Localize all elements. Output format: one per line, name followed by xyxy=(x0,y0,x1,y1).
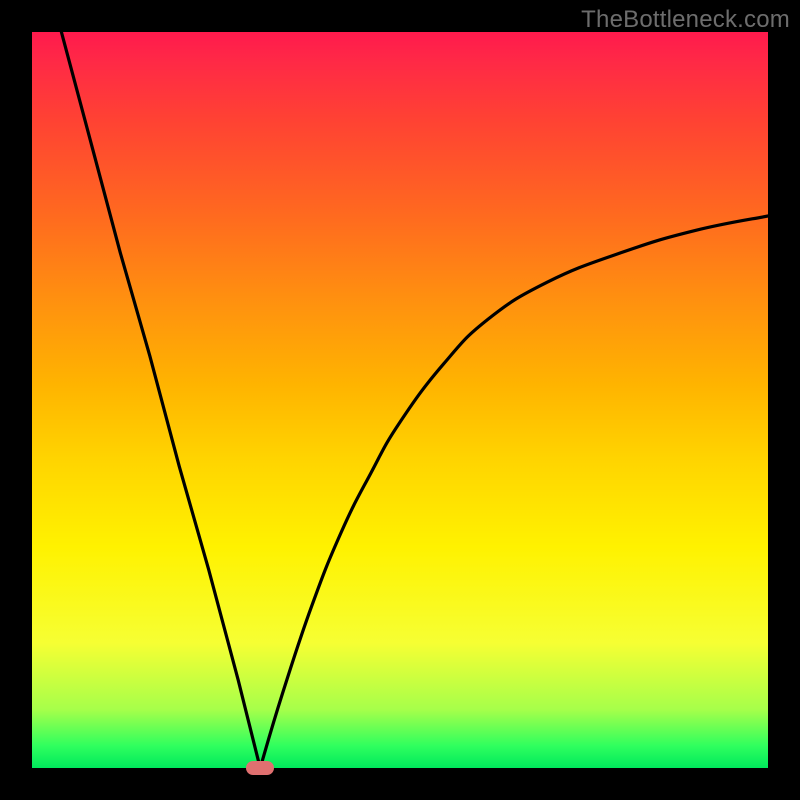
curve-path xyxy=(61,32,768,768)
watermark-text: TheBottleneck.com xyxy=(581,6,790,34)
bottleneck-curve xyxy=(32,32,768,768)
optimal-marker xyxy=(246,761,274,775)
plot-area xyxy=(32,32,768,768)
chart-frame: TheBottleneck.com xyxy=(0,0,800,800)
